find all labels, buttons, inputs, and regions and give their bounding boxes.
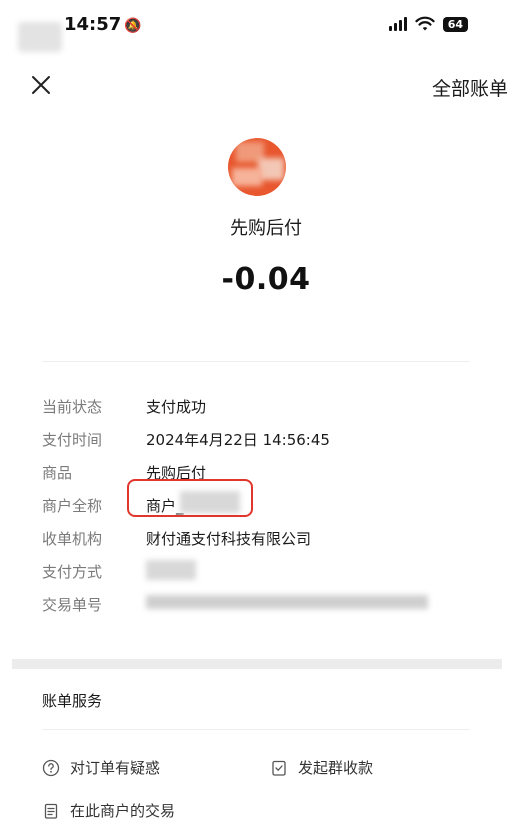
document-icon — [44, 803, 58, 819]
signal-icon — [388, 17, 407, 31]
merchant-name: 先购后付 — [230, 218, 302, 239]
group-collect-button[interactable]: 发起群收款 — [270, 757, 373, 778]
detail-label: 支付方式 — [42, 563, 103, 581]
detail-label: 交易单号 — [42, 596, 103, 614]
detail-label: 商户全称 — [42, 497, 103, 515]
detail-label: 收单机构 — [42, 530, 103, 548]
merchant-trades-button[interactable]: 在此商户的交易 — [42, 800, 175, 821]
wifi-icon — [415, 16, 435, 31]
bill-services-title: 账单服务 — [42, 692, 103, 710]
status-time-text: 14:57 — [64, 14, 122, 35]
merchant-trades-label: 在此商户的交易 — [70, 802, 176, 820]
blurred-avatar — [18, 22, 62, 52]
redacted-pay-method — [146, 560, 196, 580]
group-collect-label: 发起群收款 — [298, 759, 374, 777]
merchant-avatar — [228, 138, 286, 196]
status-indicators: 64 — [388, 16, 468, 32]
detail-row-pay-method: 支付方式 — [42, 561, 502, 585]
status-bar: 14:57 🔕 64 — [0, 0, 532, 52]
question-order-button[interactable]: 对订单有疑惑 — [42, 757, 160, 778]
redacted-trade-number — [146, 595, 428, 609]
detail-label: 商品 — [42, 464, 73, 482]
close-icon[interactable] — [28, 72, 54, 98]
detail-row-status: 当前状态 支付成功 — [42, 396, 502, 420]
detail-row-pay-time: 支付时间 2024年4月22日 14:56:45 — [42, 429, 502, 453]
detail-value: 支付成功 — [146, 398, 207, 416]
detail-row-acquirer: 收单机构 财付通支付科技有限公司 — [42, 528, 502, 552]
section-separator — [12, 659, 502, 669]
clipboard-check-icon — [272, 760, 286, 776]
question-order-label: 对订单有疑惑 — [70, 759, 161, 777]
transaction-amount: -0.04 — [221, 262, 311, 297]
detail-value: 2024年4月22日 14:56:45 — [146, 431, 330, 449]
detail-row-product: 商品 先购后付 — [42, 462, 502, 486]
detail-label: 支付时间 — [42, 431, 103, 449]
detail-row-merchant: 商户全称 商户_ — [42, 495, 502, 519]
detail-value: 财付通支付科技有限公司 — [146, 530, 312, 548]
detail-label: 当前状态 — [42, 398, 103, 416]
battery-icon: 64 — [442, 16, 468, 32]
merchant-highlight-box — [127, 479, 253, 517]
divider — [42, 729, 470, 730]
bell-muted-icon: 🔕 — [124, 18, 142, 34]
question-circle-icon — [42, 759, 60, 776]
all-bills-link[interactable]: 全部账单 — [432, 74, 508, 101]
divider — [42, 361, 470, 362]
status-time: 14:57 🔕 — [64, 14, 142, 35]
